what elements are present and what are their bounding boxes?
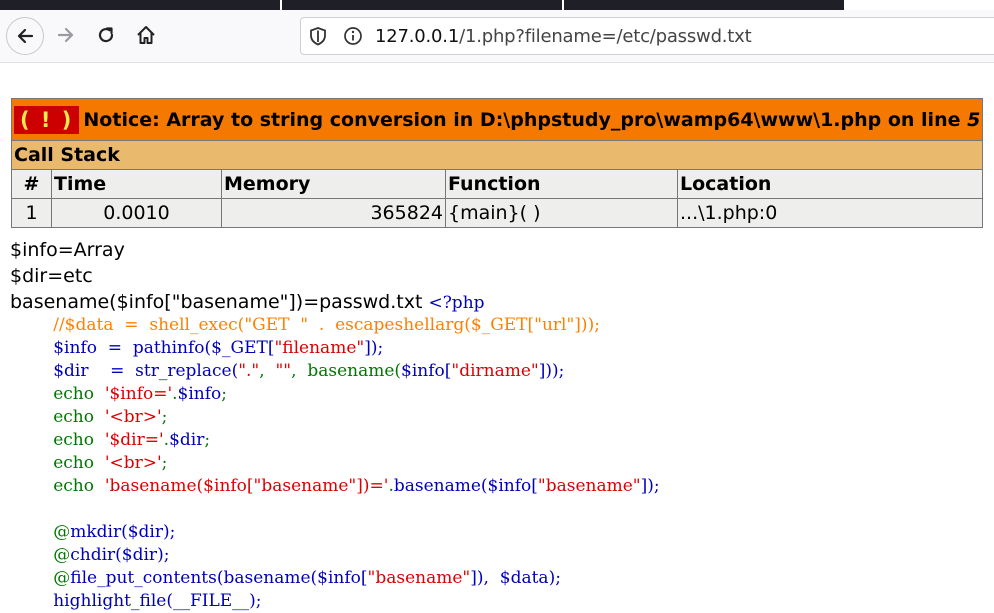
code-line: echo '$info='.$info; bbox=[10, 384, 228, 404]
col-header-memory: Memory bbox=[221, 169, 446, 199]
browser-tab[interactable] bbox=[564, 0, 844, 10]
code-line: $dir = str_replace(".", "", basename($in… bbox=[10, 361, 565, 381]
browser-tab[interactable] bbox=[0, 0, 280, 10]
output-basename-line: basename($info["basename"])=passwd.txt <… bbox=[10, 290, 485, 315]
browser-toolbar: 127.0.0.1/1.php?filename=/etc/passwd.txt bbox=[0, 10, 994, 63]
tab-strip bbox=[0, 0, 994, 10]
code-line: @file_put_contents(basename($info["basen… bbox=[10, 568, 561, 588]
forward-button[interactable] bbox=[48, 17, 84, 53]
url-text[interactable]: 127.0.0.1/1.php?filename=/etc/passwd.txt bbox=[375, 26, 752, 47]
shield-icon[interactable] bbox=[309, 26, 327, 51]
notice-header: ( ! ) Notice: Array to string conversion … bbox=[10, 98, 984, 141]
code-line: echo '$dir='.$dir; bbox=[10, 430, 211, 450]
output-basename-text: basename($info["basename"])=passwd.txt bbox=[10, 291, 429, 313]
code-line: $info = pathinfo($_GET["filename"]); bbox=[10, 338, 384, 358]
col-header-function: Function bbox=[445, 169, 678, 199]
table-row: 1 0.0010 365824 {main}( ) ...\1.php:0 bbox=[11, 198, 984, 228]
cell-memory: 365824 bbox=[221, 198, 446, 228]
address-bar[interactable]: 127.0.0.1/1.php?filename=/etc/passwd.txt bbox=[300, 17, 994, 55]
notice-line: 5 bbox=[967, 108, 981, 131]
arrow-right-icon bbox=[57, 27, 74, 43]
notice-message: Notice: Array to string conversion in D:… bbox=[83, 109, 980, 131]
warning-badge: ( ! ) bbox=[14, 105, 80, 134]
php-open-tag: <?php bbox=[428, 293, 485, 313]
cell-num: 1 bbox=[11, 198, 52, 228]
col-header-time: Time bbox=[51, 169, 222, 199]
cell-location: ...\1.php:0 bbox=[676, 198, 984, 228]
code-line: @chdir($dir); bbox=[10, 545, 170, 565]
site-info-icon[interactable] bbox=[343, 26, 363, 51]
call-stack-title: Call Stack bbox=[10, 140, 984, 170]
col-header-location: Location bbox=[676, 169, 984, 199]
call-stack-header-row: # Time Memory Function Location bbox=[11, 169, 984, 199]
arrow-left-icon bbox=[17, 28, 34, 44]
back-button[interactable] bbox=[6, 17, 44, 55]
col-header-num: # bbox=[11, 169, 52, 199]
reload-icon bbox=[98, 27, 114, 43]
xdebug-notice-table: ( ! ) Notice: Array to string conversion … bbox=[10, 98, 984, 228]
source-code: //$data = shell_exec("GET " . escapeshel… bbox=[10, 314, 660, 613]
output-info-line: $info=Array bbox=[10, 239, 125, 261]
code-line: echo '<br>'; bbox=[10, 407, 168, 427]
code-line: echo '<br>'; bbox=[10, 453, 168, 473]
code-line: @mkdir($dir); bbox=[10, 522, 176, 542]
url-path: /1.php?filename=/etc/passwd.txt bbox=[459, 26, 752, 47]
home-button[interactable] bbox=[128, 17, 164, 53]
code-line: echo 'basename($info["basename"])='.base… bbox=[10, 476, 660, 496]
home-icon bbox=[137, 26, 155, 44]
browser-tab[interactable] bbox=[282, 0, 562, 10]
output-dir-line: $dir=etc bbox=[10, 265, 93, 287]
code-line: //$data = shell_exec("GET " . escapeshel… bbox=[10, 315, 600, 335]
code-line: highlight_file(__FILE__); bbox=[10, 591, 262, 611]
url-host: 127.0.0.1 bbox=[375, 26, 460, 47]
notice-text: Notice: Array to string conversion in D:… bbox=[83, 108, 968, 131]
reload-button[interactable] bbox=[88, 17, 124, 53]
cell-time: 0.0010 bbox=[51, 198, 222, 228]
cell-function: {main}( ) bbox=[445, 198, 678, 228]
